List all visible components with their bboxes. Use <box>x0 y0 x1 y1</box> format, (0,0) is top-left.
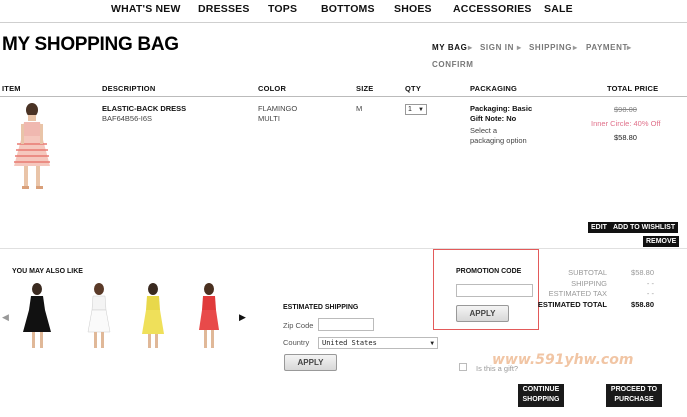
subtotal-label: SUBTOTAL <box>568 268 607 277</box>
promo-apply-button[interactable]: APPLY <box>456 305 509 322</box>
packaging-type: Packaging: Basic <box>470 104 533 113</box>
edit-button[interactable]: EDIT <box>588 222 610 233</box>
shipping-value: - - <box>646 279 654 288</box>
product-color: FLAMINGO <box>258 104 298 113</box>
nav-divider <box>0 22 687 23</box>
col-item: ITEM <box>2 84 21 93</box>
country-value: United States <box>322 339 377 347</box>
subtotal-value: $58.80 <box>631 268 654 277</box>
shipping-label: SHIPPING <box>571 279 607 288</box>
qty-select[interactable]: 1 ▼ <box>405 104 427 115</box>
nav-sale[interactable]: SALE <box>544 3 573 15</box>
step-separator-icon: ▸ <box>627 43 632 52</box>
recommended-product[interactable] <box>134 282 172 352</box>
promo-code-input[interactable] <box>456 284 533 297</box>
chevron-down-icon: ▼ <box>430 339 434 347</box>
step-sign-in: SIGN IN <box>480 43 514 52</box>
continue-shopping-button[interactable]: CONTINUE SHOPPING <box>518 384 564 407</box>
top-nav: WHAT'S NEW DRESSES TOPS BOTTOMS SHOES AC… <box>0 0 687 20</box>
add-to-wishlist-button[interactable]: ADD TO WISHLIST <box>610 222 679 233</box>
packaging-link-2[interactable]: packaging option <box>470 136 527 146</box>
step-separator-icon: ▸ <box>573 43 578 52</box>
nav-dresses[interactable]: DRESSES <box>198 3 250 15</box>
row-divider <box>0 248 687 249</box>
zip-label: Zip Code <box>283 321 314 330</box>
packaging-link[interactable]: Select a <box>470 126 497 136</box>
step-confirm: CONFIRM <box>432 60 474 69</box>
total-value: $58.80 <box>631 300 654 309</box>
price-final: $58.80 <box>614 133 637 142</box>
col-total-price: TOTAL PRICE <box>607 84 659 93</box>
qty-value: 1 <box>408 106 412 113</box>
col-qty: QTY <box>405 84 422 93</box>
continue-label-2: SHOPPING <box>522 396 560 403</box>
chevron-down-icon: ▼ <box>418 106 424 113</box>
recommended-product[interactable] <box>18 282 56 352</box>
recommended-product[interactable] <box>80 282 118 352</box>
step-separator-icon: ▸ <box>468 43 473 52</box>
proceed-label-1: PROCEED TO <box>610 386 658 393</box>
col-size: SIZE <box>356 84 374 93</box>
tax-label: ESTIMATED TAX <box>548 289 607 298</box>
continue-label-1: CONTINUE <box>522 386 560 393</box>
nav-tops[interactable]: TOPS <box>268 3 297 15</box>
nav-bottoms[interactable]: BOTTOMS <box>321 3 375 15</box>
carousel-prev-icon[interactable]: ◀ <box>2 312 9 323</box>
product-size: M <box>356 104 363 113</box>
promo-title: PROMOTION CODE <box>456 268 522 275</box>
nav-shoes[interactable]: SHOES <box>394 3 432 15</box>
nav-accessories[interactable]: ACCESSORIES <box>453 3 532 15</box>
proceed-label-2: PURCHASE <box>614 396 654 403</box>
step-my-bag: MY BAG <box>432 43 468 52</box>
price-original: $98.00 <box>614 105 637 114</box>
product-color-2: MULTI <box>258 114 280 123</box>
proceed-to-purchase-button[interactable]: PROCEED TO PURCHASE <box>606 384 662 407</box>
also-like-title: YOU MAY ALSO LIKE <box>12 268 83 275</box>
shipping-title: ESTIMATED SHIPPING <box>283 304 359 311</box>
country-select[interactable]: United States ▼ <box>318 337 438 349</box>
header-divider <box>0 96 687 97</box>
watermark-url: www.591yhw.com <box>492 352 634 368</box>
product-sku: BAF64B56-I6S <box>102 114 153 123</box>
product-name[interactable]: ELASTIC-BACK DRESS <box>102 104 186 114</box>
total-label: ESTIMATED TOTAL <box>537 300 607 309</box>
col-color: COLOR <box>258 84 287 93</box>
carousel-next-icon[interactable]: ▶ <box>239 312 246 323</box>
page-title: MY SHOPPING BAG <box>2 34 179 55</box>
remove-button[interactable]: REMOVE <box>643 236 680 247</box>
step-shipping: SHIPPING <box>529 43 573 52</box>
recommended-product[interactable] <box>190 282 228 352</box>
product-image[interactable] <box>8 100 56 192</box>
shipping-apply-button[interactable]: APPLY <box>284 354 337 371</box>
gift-checkbox[interactable] <box>459 363 467 371</box>
step-separator-icon: ▸ <box>517 43 522 52</box>
nav-whats-new[interactable]: WHAT'S NEW <box>111 3 181 15</box>
gift-note: Gift Note: No <box>470 114 517 123</box>
step-payment: PAYMENT <box>586 43 628 52</box>
zip-input[interactable] <box>318 318 374 331</box>
price-discount: Inner Circle: 40% Off <box>591 119 661 128</box>
country-label: Country <box>283 338 310 347</box>
tax-value: - - <box>646 289 654 298</box>
col-packaging: PACKAGING <box>470 84 518 93</box>
col-description: DESCRIPTION <box>102 84 156 93</box>
